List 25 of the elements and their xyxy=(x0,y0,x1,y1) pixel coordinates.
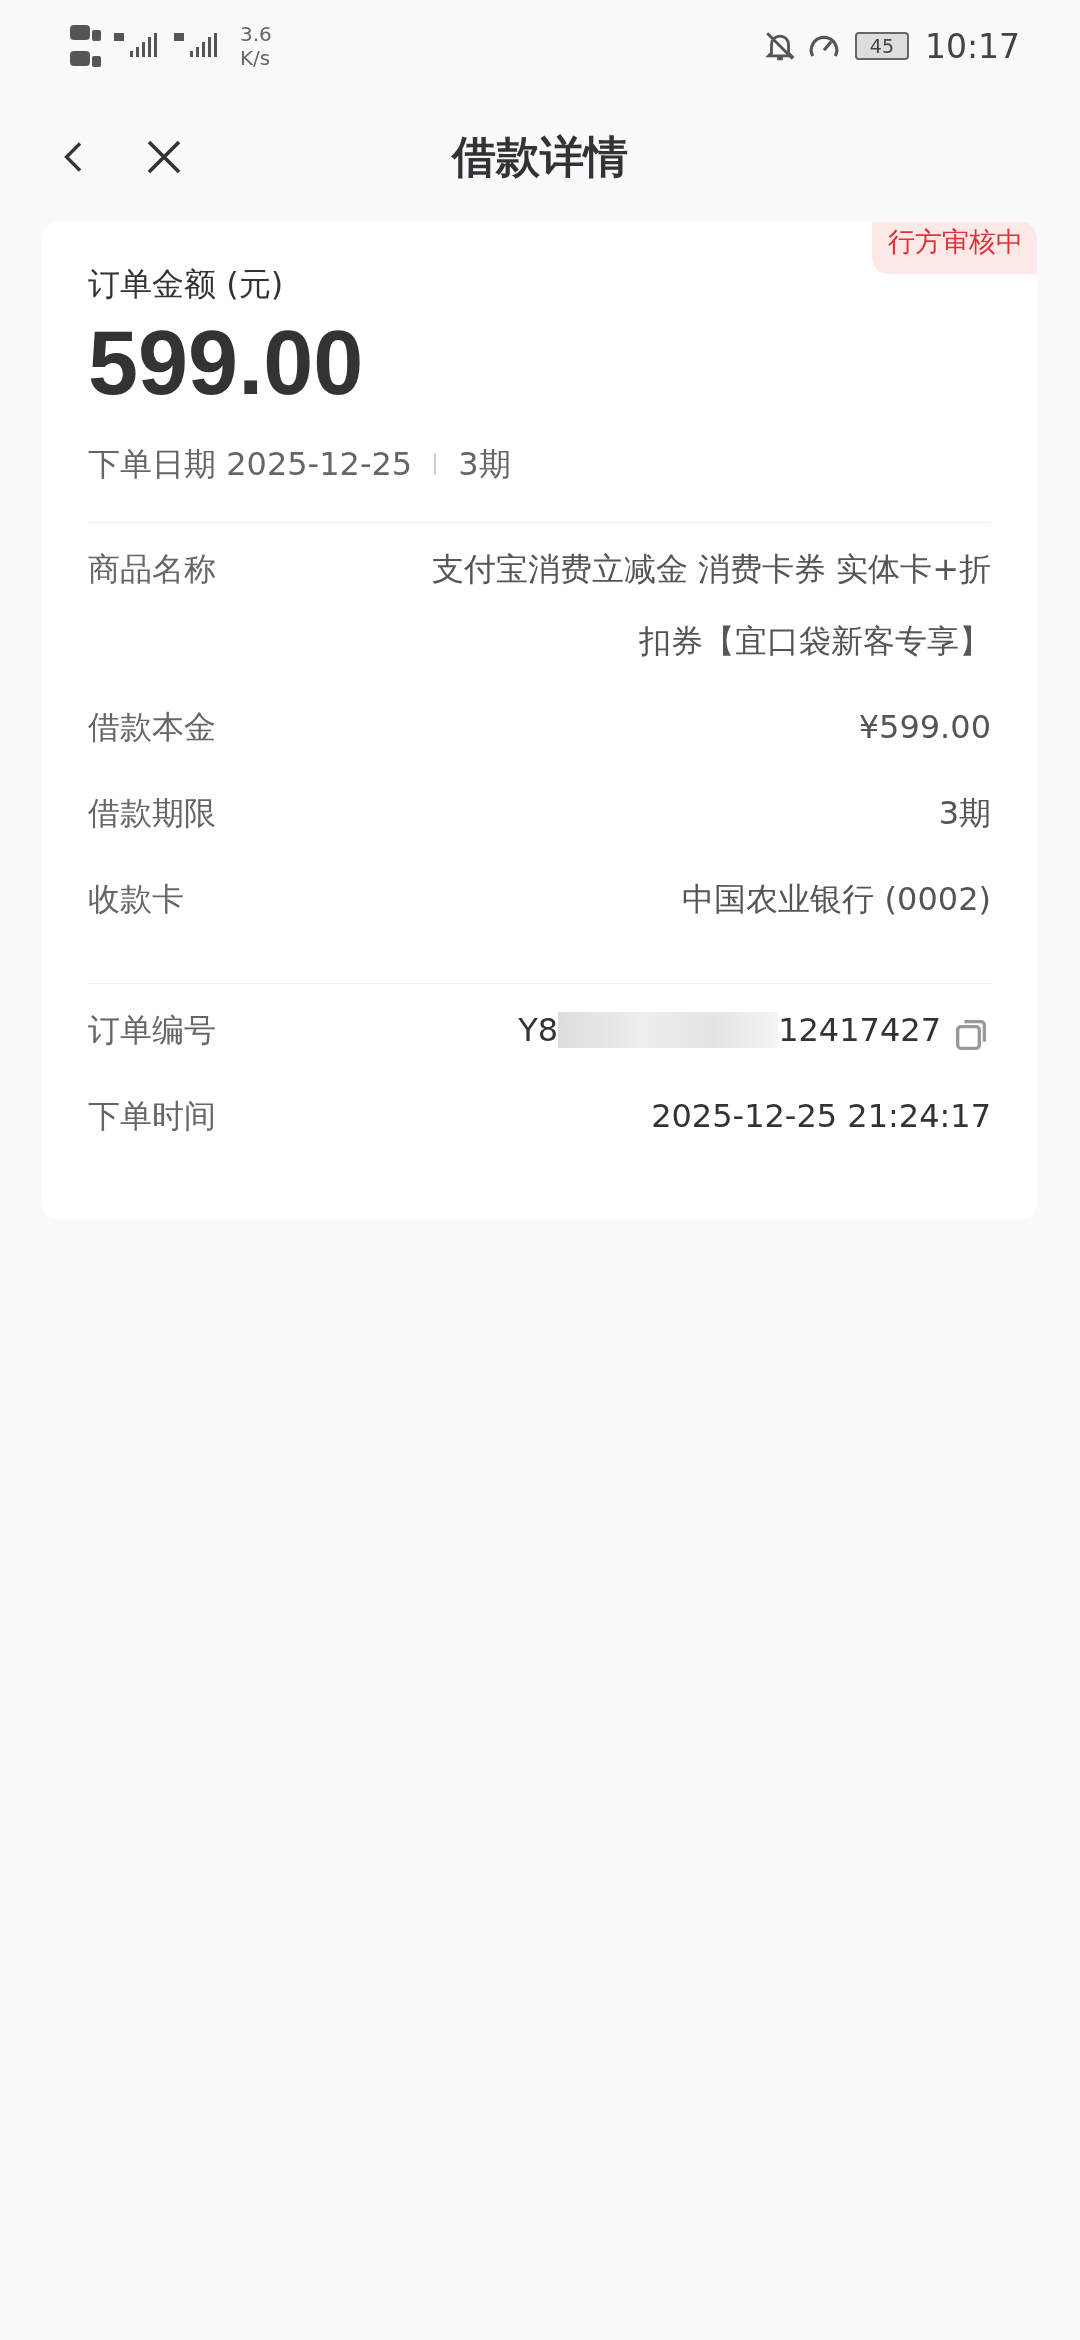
hd-icon xyxy=(70,49,102,69)
row-value: 3期 xyxy=(938,793,991,834)
speed-unit: K/s xyxy=(240,46,272,70)
amount: 599.00 xyxy=(88,312,365,415)
hd-icon xyxy=(70,23,102,43)
amount-label: 订单金额 (元) xyxy=(88,264,285,305)
battery-icon: 45 xyxy=(854,32,909,60)
term: 3期 xyxy=(458,444,511,485)
order-number-start: Y8 xyxy=(518,1010,559,1051)
row-value: ¥599.00 xyxy=(858,707,991,748)
row-label: 商品名称 xyxy=(88,549,216,590)
row-label: 下单时间 xyxy=(88,1096,216,1137)
row-label: 收款卡 xyxy=(88,879,184,920)
clock: 10:17 xyxy=(924,26,1020,66)
row-value: 中国农业银行 (0002) xyxy=(682,879,991,920)
row-label: 订单编号 xyxy=(88,1010,216,1051)
page-title: 借款详情 xyxy=(452,129,628,184)
row-label: 借款期限 xyxy=(88,793,216,834)
row-value: 支付宝消费立减金 消费卡券 实体卡+折扣券【宜口袋新客专享】 xyxy=(430,549,991,662)
order-date: 下单日期 2025-12-25 xyxy=(88,444,413,485)
network-speed: 3.6 xyxy=(240,22,272,46)
row-label: 借款本金 xyxy=(88,707,216,748)
row-value: 2025-12-25 21:24:17 xyxy=(651,1096,991,1137)
status-badge: 行方审核中 xyxy=(872,222,1037,274)
order-number-end: 12417427 xyxy=(778,1010,941,1051)
